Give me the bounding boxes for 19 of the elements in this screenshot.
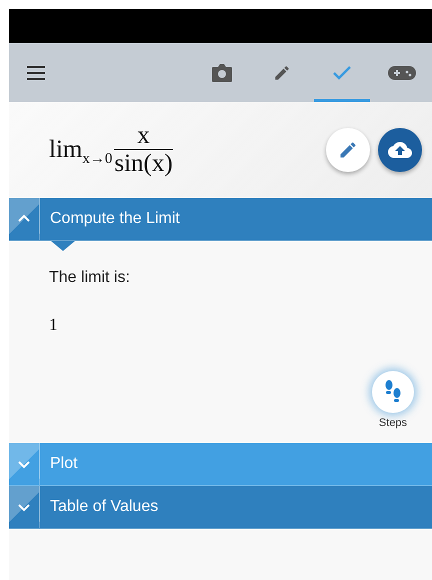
check-icon xyxy=(332,64,352,80)
steps-button[interactable] xyxy=(372,371,414,413)
camera-icon xyxy=(211,62,233,82)
pointer-notch xyxy=(51,241,75,251)
section-header[interactable]: Plot xyxy=(9,443,432,486)
section-title: Plot xyxy=(50,455,78,473)
section-header[interactable]: Table of Values xyxy=(9,486,432,529)
section-title: Table of Values xyxy=(50,498,158,516)
steps-label: Steps xyxy=(378,417,408,429)
pencil-icon xyxy=(273,64,291,82)
upload-button[interactable] xyxy=(378,128,422,172)
pencil-icon xyxy=(338,140,358,160)
edit-button[interactable] xyxy=(326,128,370,172)
menu-icon[interactable] xyxy=(27,66,45,80)
result-value: 1 xyxy=(49,315,58,335)
section-title: Compute the Limit xyxy=(50,210,180,228)
section-header[interactable]: Compute the Limit xyxy=(9,198,432,241)
gamepad-icon xyxy=(388,64,416,80)
result-label: The limit is: xyxy=(49,269,131,287)
